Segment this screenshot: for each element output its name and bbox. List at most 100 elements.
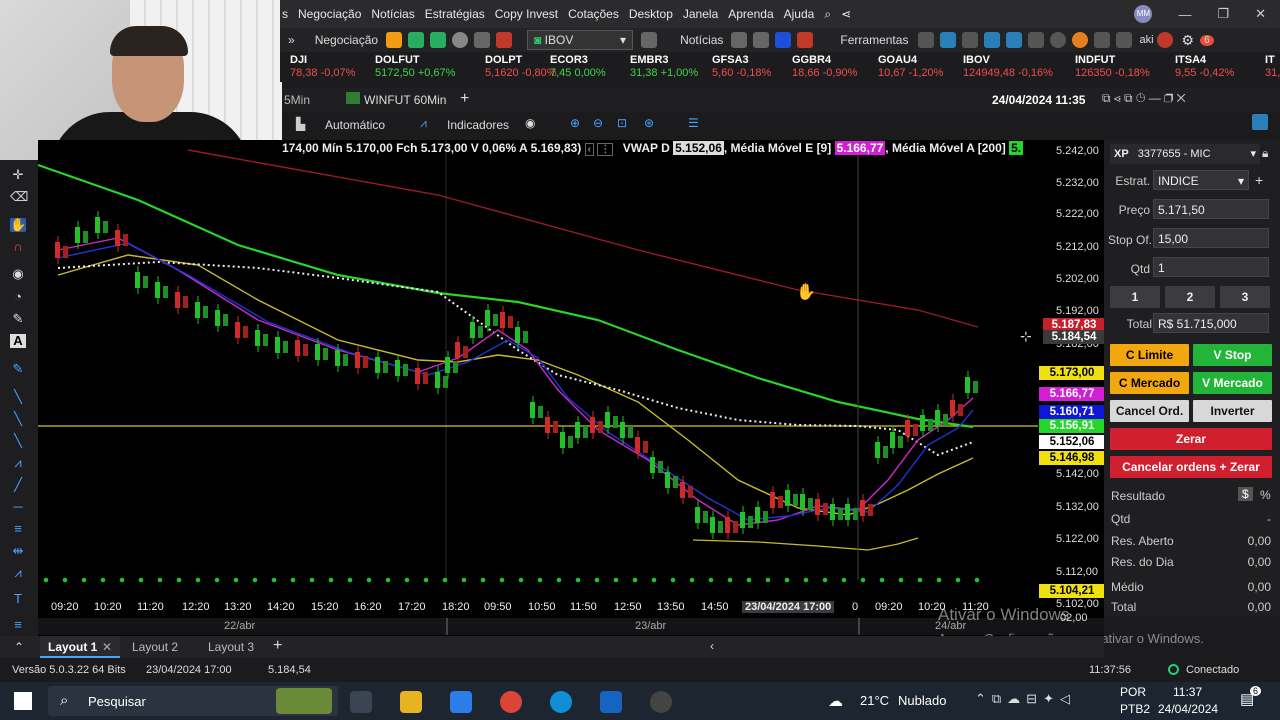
range-icon[interactable]: ⇹: [10, 544, 26, 558]
share-icon[interactable]: ⋖: [841, 7, 851, 21]
auto-mode-label[interactable]: Automático: [325, 118, 385, 132]
settings-sliders-icon[interactable]: ☰: [688, 116, 699, 130]
buy-c-icon[interactable]: [386, 32, 403, 48]
c-mercado-button[interactable]: C Mercado: [1110, 372, 1189, 394]
tray-date[interactable]: 24/04/2024: [1158, 702, 1218, 716]
tool-align-icon[interactable]: [1006, 32, 1023, 48]
zoom-in-icon[interactable]: ⊕: [570, 116, 580, 130]
dollar-icon[interactable]: [797, 32, 814, 48]
collapse-up-icon[interactable]: ⌃: [14, 640, 24, 654]
account-select[interactable]: XP 3377655 - MIC ▾: [1110, 144, 1260, 164]
menu-item-janela[interactable]: Janela: [683, 7, 718, 21]
menu-item-noticias[interactable]: Notícias: [371, 7, 414, 21]
cancel-orders-button[interactable]: Cancel Ord.: [1110, 400, 1189, 422]
tool-box-icon[interactable]: [962, 32, 979, 48]
noticias-label[interactable]: Notícias: [680, 33, 723, 47]
magnet-icon[interactable]: ∩: [10, 240, 26, 254]
aki-label[interactable]: aki: [1139, 34, 1153, 46]
qty-1-button[interactable]: 1: [1110, 286, 1160, 308]
taskbar-search[interactable]: ⌕ Pesquisar: [48, 686, 338, 716]
chrome-icon[interactable]: [500, 691, 522, 713]
lock-icon[interactable]: 🔒︎: [1262, 146, 1268, 161]
wave-icon[interactable]: ⩘: [10, 566, 26, 580]
menu-item-estrategias[interactable]: Estratégias: [425, 7, 485, 21]
line-icon[interactable]: ╲: [10, 390, 26, 404]
tab-layout-1[interactable]: Layout 1 ✕: [40, 636, 120, 658]
trendline-icon[interactable]: ╲: [10, 434, 26, 448]
tab-winfut-60min[interactable]: WINFUT 60Min: [364, 93, 446, 107]
zoom-reset-icon[interactable]: ⊛: [644, 116, 654, 130]
add-strategy-icon[interactable]: +: [1255, 172, 1263, 188]
menu-item-copy-invest[interactable]: Copy Invest: [495, 7, 558, 21]
text-icon[interactable]: T: [10, 592, 26, 606]
zigzag-icon[interactable]: ⩘: [10, 456, 26, 470]
obs-icon[interactable]: [650, 691, 672, 713]
menu-item-desktop[interactable]: Desktop: [629, 7, 673, 21]
restore-icon[interactable]: ❐: [1217, 6, 1229, 22]
preco-input[interactable]: 5.171,50: [1153, 199, 1269, 219]
c-limite-button[interactable]: C Limite: [1110, 344, 1189, 366]
windows-start-icon[interactable]: [14, 692, 32, 710]
symbol-select[interactable]: ◙ IBOV ▾: [527, 30, 634, 50]
tool-bars-icon[interactable]: [1028, 32, 1045, 48]
brush-icon[interactable]: ✎: [10, 362, 26, 376]
zoom-fit-icon[interactable]: ⊡: [617, 116, 627, 130]
calendar-icon[interactable]: [753, 32, 770, 48]
tool-clock-icon[interactable]: [1094, 32, 1111, 48]
sell-v-icon[interactable]: [408, 32, 425, 48]
settings-gear-icon[interactable]: ⚙: [1182, 32, 1195, 49]
close-icon[interactable]: ✕: [102, 640, 112, 654]
news-icon[interactable]: [731, 32, 748, 48]
tool-mode-icon[interactable]: [1116, 32, 1133, 48]
total-input[interactable]: R$ 51.715,000: [1153, 313, 1269, 333]
menu-item-ajuda[interactable]: Ajuda: [784, 7, 815, 21]
indicators-label[interactable]: Indicadores: [447, 118, 509, 132]
profit-app-icon[interactable]: [600, 691, 622, 713]
ticker-item[interactable]: EMBR3 31,38 +1,00%: [630, 54, 698, 79]
price-chart[interactable]: ⊹ ✋: [38, 140, 1104, 636]
menu-icon[interactable]: ⋮: [597, 143, 614, 156]
timer-icon[interactable]: ◔: [10, 290, 26, 304]
ferramentas-label[interactable]: Ferramentas: [840, 33, 908, 47]
chevron-right-icon[interactable]: »: [288, 33, 295, 47]
indicators-icon[interactable]: ⩘: [420, 116, 427, 131]
ticker-item[interactable]: DOLFUT 5172,50 +0,67%: [375, 54, 455, 79]
edge-icon[interactable]: [550, 691, 572, 713]
invert-button[interactable]: Inverter: [1193, 400, 1272, 422]
cancel-and-zerar-button[interactable]: Cancelar ordens + Zerar: [1110, 456, 1272, 478]
task-view-icon[interactable]: [350, 691, 372, 713]
qtd-input[interactable]: 1: [1153, 257, 1269, 277]
eye-icon[interactable]: ◉: [525, 116, 535, 130]
tab-layout-2[interactable]: Layout 2: [132, 640, 178, 654]
list-icon[interactable]: [641, 32, 658, 48]
avatar[interactable]: MM: [1134, 5, 1153, 23]
fib-icon[interactable]: ≡: [10, 522, 26, 536]
tab-layout-3[interactable]: Layout 3: [208, 640, 254, 654]
lang-2[interactable]: PTB2: [1120, 702, 1150, 716]
qty-2-button[interactable]: 2: [1165, 286, 1215, 308]
qty-3-button[interactable]: 3: [1220, 286, 1270, 308]
tool-gear-icon[interactable]: [1050, 32, 1067, 48]
zerar-button[interactable]: Zerar: [1110, 428, 1272, 450]
ticker-item[interactable]: IT31,74: [1265, 54, 1280, 79]
negociacao-label[interactable]: Negociação: [315, 33, 378, 47]
menu-icon[interactable]: ≡: [10, 618, 26, 632]
ticker-item[interactable]: GOAU4 10,67 -1,20%: [878, 54, 943, 79]
search-icon[interactable]: ⌕: [824, 7, 831, 22]
stop-input[interactable]: 15,00: [1153, 228, 1269, 248]
flag-icon[interactable]: [496, 32, 513, 48]
pie-icon[interactable]: [452, 32, 469, 48]
lang-1[interactable]: POR: [1120, 685, 1146, 699]
estrat-select[interactable]: INDICE ▾: [1153, 170, 1249, 190]
ticker-item[interactable]: INDFUT 126350 -0,18%: [1075, 54, 1150, 79]
ticker-item[interactable]: ECOR3 7,45 0,00%: [550, 54, 606, 79]
zoom-out-icon[interactable]: ⊖: [593, 116, 603, 130]
bars-icon[interactable]: ▙: [296, 117, 305, 131]
close-icon[interactable]: ✕: [1255, 6, 1266, 22]
chart-canvas[interactable]: ⊹✋: [38, 140, 1104, 636]
tool-replay-icon[interactable]: [1072, 32, 1089, 48]
book-icon[interactable]: [430, 32, 447, 48]
ray-icon[interactable]: ╲: [10, 412, 26, 426]
text-tool-icon[interactable]: A: [10, 334, 26, 348]
add-layout-icon[interactable]: +: [273, 637, 282, 655]
